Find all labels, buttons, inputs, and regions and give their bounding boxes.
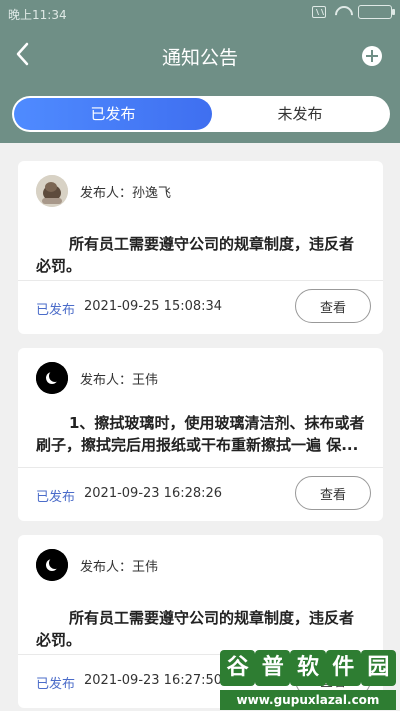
notice-content: 所有员工需要遵守公司的规章制度，违反者必罚。 <box>36 235 355 275</box>
notice-card[interactable]: 发布人：孙逸飞 所有员工需要遵守公司的规章制度，违反者必罚。 已发布 2021-… <box>18 161 383 334</box>
status-label: 已发布 <box>36 303 76 318</box>
publish-date: 2021-09-23 16:27:50 <box>84 673 223 688</box>
moon-icon <box>36 549 68 581</box>
publisher-name: 发布人：孙逸飞 <box>80 185 172 201</box>
view-button[interactable]: 查看 <box>295 476 371 510</box>
wifi-icon <box>334 6 350 18</box>
photo-avatar-icon <box>36 175 68 207</box>
status-tabs: 已发布 未发布 <box>12 96 390 132</box>
notice-card-footer: 已发布 2021-09-25 15:08:34 查看 <box>36 289 371 323</box>
moon-icon <box>36 362 68 394</box>
notice-card-footer: 已发布 2021-09-23 16:28:26 查看 <box>36 476 371 510</box>
notice-list[interactable]: 发布人：孙逸飞 所有员工需要遵守公司的规章制度，违反者必罚。 已发布 2021-… <box>0 143 400 711</box>
status-label: 已发布 <box>36 490 76 505</box>
view-button[interactable]: 查看 <box>295 289 371 323</box>
notice-content: 所有员工需要遵守公司的规章制度，违反者必罚。 <box>36 609 355 649</box>
notice-card-header: 发布人：王伟 <box>36 362 158 394</box>
status-label: 已发布 <box>36 677 76 692</box>
notice-content: 1、擦拭玻璃时，使用玻璃清洁剂、抹布或者刷子，擦拭完后用报纸或干布重新擦拭一遍 … <box>36 414 365 454</box>
publish-date: 2021-09-23 16:28:26 <box>84 486 223 501</box>
status-bar: 晚上11:34 <box>0 0 400 26</box>
publisher-name: 发布人：王伟 <box>80 372 159 388</box>
avatar <box>36 549 68 581</box>
notice-card[interactable]: 发布人：王伟 所有员工需要遵守公司的规章制度，违反者必罚。 已发布 2021-0… <box>18 535 383 708</box>
battery-icon <box>358 5 395 19</box>
tab-published[interactable]: 已发布 <box>14 98 212 130</box>
status-icons <box>312 5 395 19</box>
page-title: 通知公告 <box>161 47 238 69</box>
publish-date: 2021-09-25 15:08:34 <box>84 299 223 314</box>
notice-card-footer: 已发布 2021-09-23 16:27:50 查看 <box>36 663 371 697</box>
divider <box>18 654 383 655</box>
divider <box>18 467 383 468</box>
navigation-bar: 通知公告 <box>0 28 400 84</box>
avatar <box>36 362 68 394</box>
publisher-name: 发布人：王伟 <box>80 559 159 575</box>
sim-icon <box>312 6 326 18</box>
tab-unpublished[interactable]: 未发布 <box>210 96 390 132</box>
notice-card[interactable]: 发布人：王伟 1、擦拭玻璃时，使用玻璃清洁剂、抹布或者刷子，擦拭完后用报纸或干布… <box>18 348 383 521</box>
app-header: 晚上11:34 通知公告 已发布 未发布 <box>0 0 400 143</box>
plus-circle-icon[interactable] <box>362 46 382 66</box>
avatar <box>36 175 68 207</box>
view-button[interactable]: 查看 <box>295 663 371 697</box>
notice-card-header: 发布人：王伟 <box>36 549 158 581</box>
status-time: 晚上11:34 <box>8 8 67 22</box>
divider <box>18 280 383 281</box>
notice-card-header: 发布人：孙逸飞 <box>36 175 171 207</box>
